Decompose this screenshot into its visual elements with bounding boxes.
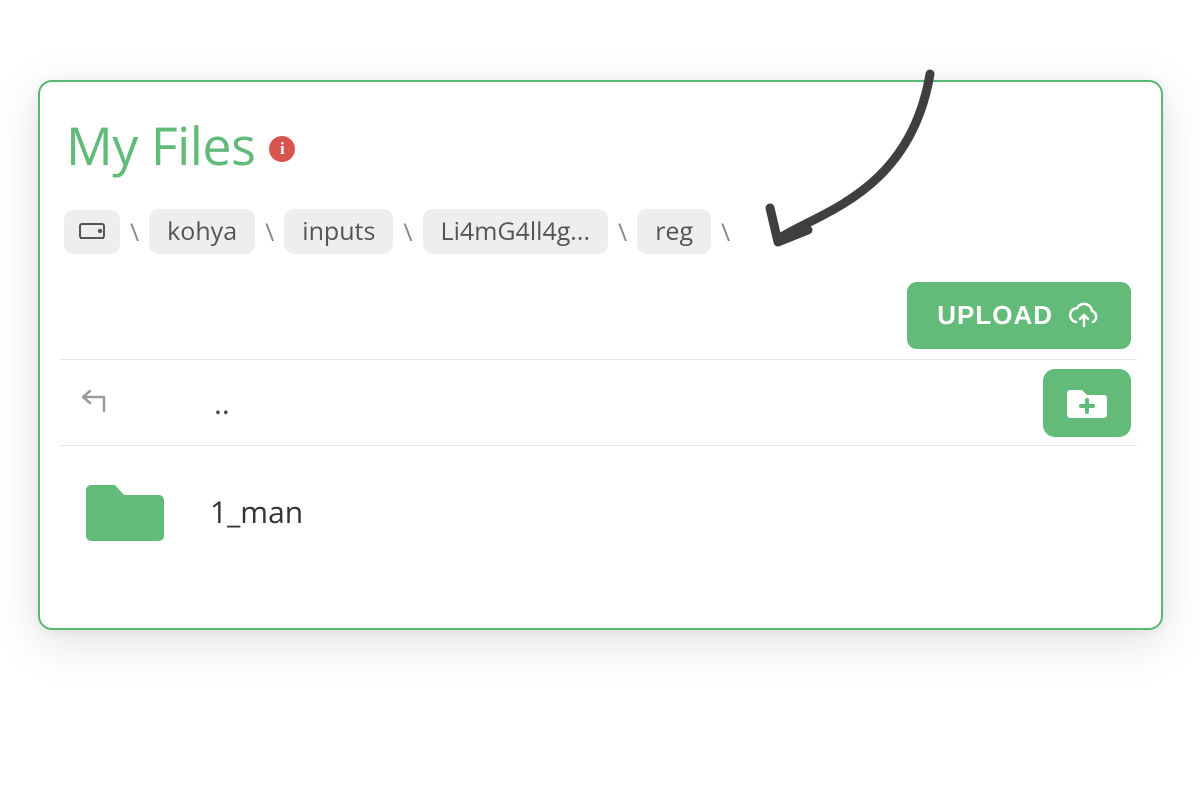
upload-button-label: UPLOAD — [937, 300, 1053, 331]
breadcrumb: \ kohya \ inputs \ Li4mG4ll4g... \ reg \ — [60, 209, 1137, 254]
page-title: My Files — [66, 110, 255, 181]
back-arrow-icon — [74, 383, 114, 423]
parent-dir-label: .. — [214, 382, 230, 423]
file-listing: .. 1_man — [60, 359, 1137, 588]
breadcrumb-item-inputs[interactable]: inputs — [284, 209, 393, 254]
breadcrumb-separator: \ — [399, 215, 416, 249]
panel-body: My Files i \ kohya \ inputs \ Li4mG4ll4g… — [40, 82, 1161, 628]
folder-plus-icon — [1063, 383, 1111, 423]
breadcrumb-separator: \ — [614, 215, 631, 249]
folder-name: 1_man — [210, 491, 303, 532]
info-icon[interactable]: i — [269, 136, 295, 162]
folder-row[interactable]: 1_man — [60, 445, 1137, 588]
files-panel: My Files i \ kohya \ inputs \ Li4mG4ll4g… — [38, 80, 1163, 630]
breadcrumb-root[interactable] — [64, 210, 120, 254]
title-row: My Files i — [60, 110, 1137, 181]
breadcrumb-separator: \ — [717, 215, 734, 249]
upload-button[interactable]: UPLOAD — [907, 282, 1131, 349]
folder-icon — [80, 474, 170, 548]
cloud-upload-icon — [1067, 302, 1101, 330]
new-folder-button[interactable] — [1043, 369, 1131, 437]
breadcrumb-separator: \ — [261, 215, 278, 249]
parent-dir-row[interactable]: .. — [60, 359, 1137, 445]
breadcrumb-item-kohya[interactable]: kohya — [149, 209, 255, 254]
upload-row: UPLOAD — [60, 282, 1137, 349]
drive-icon — [78, 220, 106, 244]
breadcrumb-item-reg[interactable]: reg — [637, 209, 711, 254]
breadcrumb-item-truncated[interactable]: Li4mG4ll4g... — [423, 209, 608, 254]
breadcrumb-separator: \ — [126, 215, 143, 249]
